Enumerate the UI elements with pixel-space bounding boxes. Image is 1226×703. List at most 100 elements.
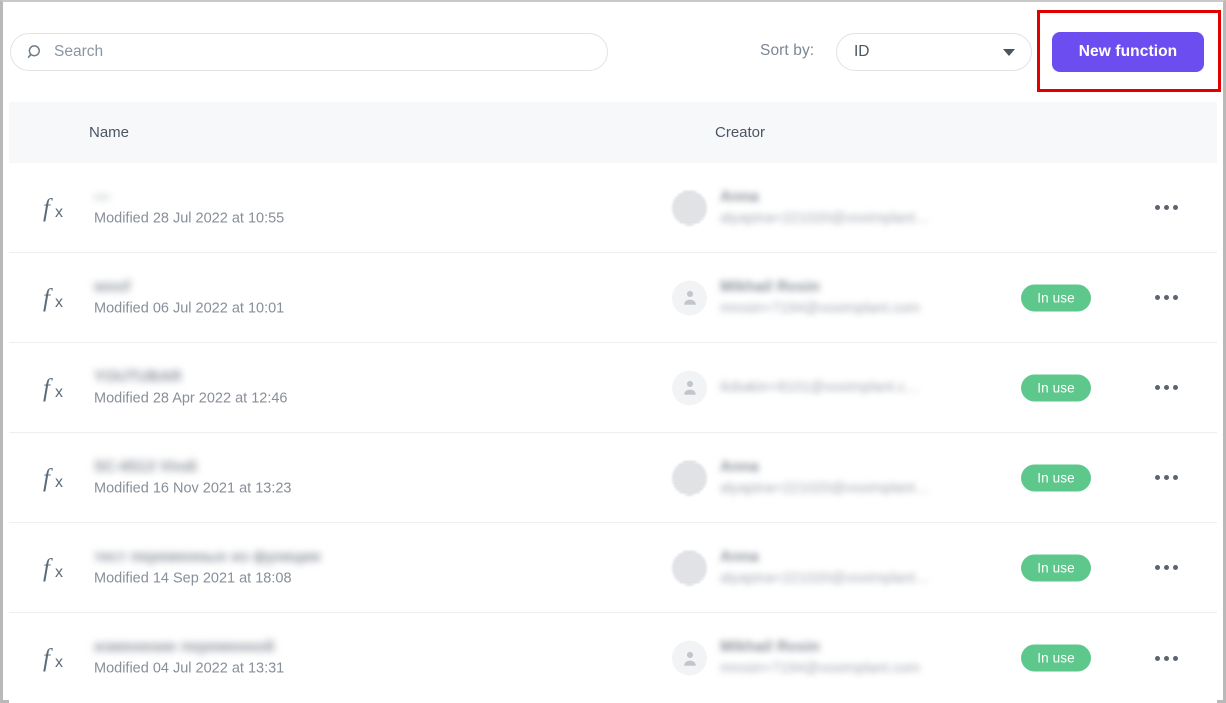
fx-icon: fx: [43, 375, 63, 402]
creator-email: alyapina+221020@voximplant…: [720, 570, 930, 586]
dot: [1163, 295, 1169, 300]
creator-email: ilobakin+8101@voximplant.c…: [720, 379, 920, 396]
creator-name: Anna: [720, 548, 759, 565]
dot: [1172, 475, 1178, 480]
search-box[interactable]: [10, 33, 608, 71]
fx-icon: fx: [43, 645, 63, 672]
sort-by-value: ID: [854, 43, 870, 60]
svg-text:f: f: [43, 195, 53, 222]
more-horizontal-icon[interactable]: [1146, 195, 1186, 221]
functions-table: Name Creator f x — Modified 28 Jul 2022 at …: [9, 102, 1217, 703]
function-name-cell: изменение переменной Modified 04 Jul 2022…: [94, 638, 284, 679]
svg-text:x: x: [55, 204, 63, 221]
table-row[interactable]: f x изменение переменной Modified 04 Jul 20…: [9, 613, 1217, 703]
status-badge: In use: [1021, 464, 1091, 491]
dot: [1154, 565, 1160, 570]
table-body: f x — Modified 28 Jul 2022 at 10:55 Anna alya…: [9, 163, 1217, 703]
column-header-creator: Creator: [715, 124, 766, 141]
fx-icon-wrapper: fx: [42, 193, 76, 223]
dot: [1163, 475, 1169, 480]
dot: [1154, 205, 1160, 210]
svg-text:f: f: [43, 555, 53, 582]
creator-text: Mikhail Rosin mrosin+7194@voximplant.com: [720, 639, 920, 678]
function-name: тест переменных из функции: [94, 548, 321, 565]
dot: [1154, 475, 1160, 480]
avatar: [672, 460, 707, 495]
svg-text:x: x: [55, 384, 63, 401]
creator-email: alyapina+221020@voximplant…: [720, 480, 930, 496]
creator-email: alyapina+221020@voximplant…: [720, 210, 930, 226]
table-row[interactable]: f x тест переменных из функции Modified 14 …: [9, 523, 1217, 613]
chevron-down-icon: [1003, 48, 1015, 56]
svg-text:x: x: [55, 294, 63, 311]
table-row[interactable]: f x woof Modified 06 Jul 2022 at 10:01 Mikha…: [9, 253, 1217, 343]
avatar: [672, 370, 707, 405]
more-horizontal-icon[interactable]: [1146, 555, 1186, 581]
dot: [1172, 655, 1178, 661]
status-badge: In use: [1021, 554, 1091, 581]
function-modified: Modified 16 Nov 2021 at 13:23: [94, 480, 292, 496]
fx-icon-wrapper: fx: [42, 643, 76, 673]
function-name-cell: — Modified 28 Jul 2022 at 10:55: [94, 187, 284, 228]
dot: [1172, 385, 1178, 390]
column-header-name: Name: [89, 124, 130, 141]
dot: [1163, 565, 1169, 570]
dot: [1172, 565, 1178, 570]
dot: [1163, 655, 1169, 661]
person-icon: [683, 380, 696, 395]
table-row[interactable]: f x YOUTUBAR Modified 28 Apr 2022 at 12:46 i…: [9, 343, 1217, 433]
function-name: изменение переменной: [94, 638, 275, 656]
table-row[interactable]: f x — Modified 28 Jul 2022 at 10:55 Anna alya…: [9, 163, 1217, 253]
new-function-button[interactable]: New function: [1052, 32, 1204, 72]
svg-text:x: x: [55, 564, 63, 581]
fx-icon-wrapper: fx: [42, 283, 76, 313]
creator-name: Anna: [720, 188, 759, 205]
more-horizontal-icon[interactable]: [1146, 645, 1186, 671]
dot: [1172, 295, 1178, 300]
avatar: [672, 190, 707, 225]
svg-text:f: f: [43, 645, 53, 672]
fx-icon-wrapper: fx: [42, 463, 76, 493]
toolbar: Sort by: ID New function: [3, 2, 1223, 102]
person-icon: [683, 651, 696, 666]
dot: [1154, 385, 1160, 390]
creator-cell: Mikhail Rosin mrosin+7194@voximplant.com: [672, 278, 920, 317]
function-modified: Modified 28 Jul 2022 at 10:55: [94, 210, 285, 226]
function-name-cell: YOUTUBAR Modified 28 Apr 2022 at 12:46: [94, 367, 287, 408]
creator-email: mrosin+7194@voximplant.com: [720, 660, 920, 677]
svg-text:f: f: [43, 375, 53, 402]
sort-by-select[interactable]: ID: [836, 33, 1032, 71]
search-icon: [27, 44, 40, 58]
creator-cell: Mikhail Rosin mrosin+7194@voximplant.com: [672, 639, 920, 678]
fx-icon: fx: [43, 555, 63, 582]
status-badge: In use: [1021, 644, 1091, 672]
creator-text: Anna alyapina+221020@voximplant…: [720, 548, 929, 587]
more-horizontal-icon[interactable]: [1146, 285, 1186, 311]
dot: [1172, 205, 1178, 210]
person-icon: [683, 290, 696, 305]
search-input[interactable]: [54, 43, 591, 61]
function-name-cell: woof Modified 06 Jul 2022 at 10:01: [94, 277, 284, 318]
more-horizontal-icon[interactable]: [1146, 375, 1186, 401]
creator-text: Mikhail Rosin mrosin+7194@voximplant.com: [720, 278, 920, 317]
more-horizontal-icon[interactable]: [1146, 465, 1186, 491]
table-row[interactable]: f x SC-6513 Vindi Modified 16 Nov 2021 at 1…: [9, 433, 1217, 523]
functions-list-window: Sort by: ID New function Name Creator fx…: [0, 0, 1226, 703]
status-badge: In use: [1021, 374, 1091, 401]
creator-text: Anna alyapina+221020@voximplant…: [720, 188, 929, 227]
fx-icon: fx: [43, 465, 63, 492]
creator-cell: Anna alyapina+221020@voximplant…: [672, 548, 929, 587]
dot: [1163, 205, 1169, 210]
svg-text:f: f: [43, 285, 53, 312]
function-name: SC-6513 Vindi: [94, 458, 198, 475]
creator-cell: ilobakin+8101@voximplant.c…: [672, 370, 920, 405]
sort-by-label: Sort by:: [760, 42, 815, 59]
dot: [1154, 295, 1160, 300]
function-name-cell: тест переменных из функции Modified 14 Se…: [94, 547, 321, 588]
fx-icon-wrapper: fx: [42, 373, 76, 403]
svg-text:x: x: [55, 474, 63, 491]
creator-cell: Anna alyapina+221020@voximplant…: [672, 188, 929, 227]
avatar: [672, 280, 707, 315]
function-modified: Modified 28 Apr 2022 at 12:46: [94, 390, 288, 406]
avatar: [672, 550, 707, 585]
